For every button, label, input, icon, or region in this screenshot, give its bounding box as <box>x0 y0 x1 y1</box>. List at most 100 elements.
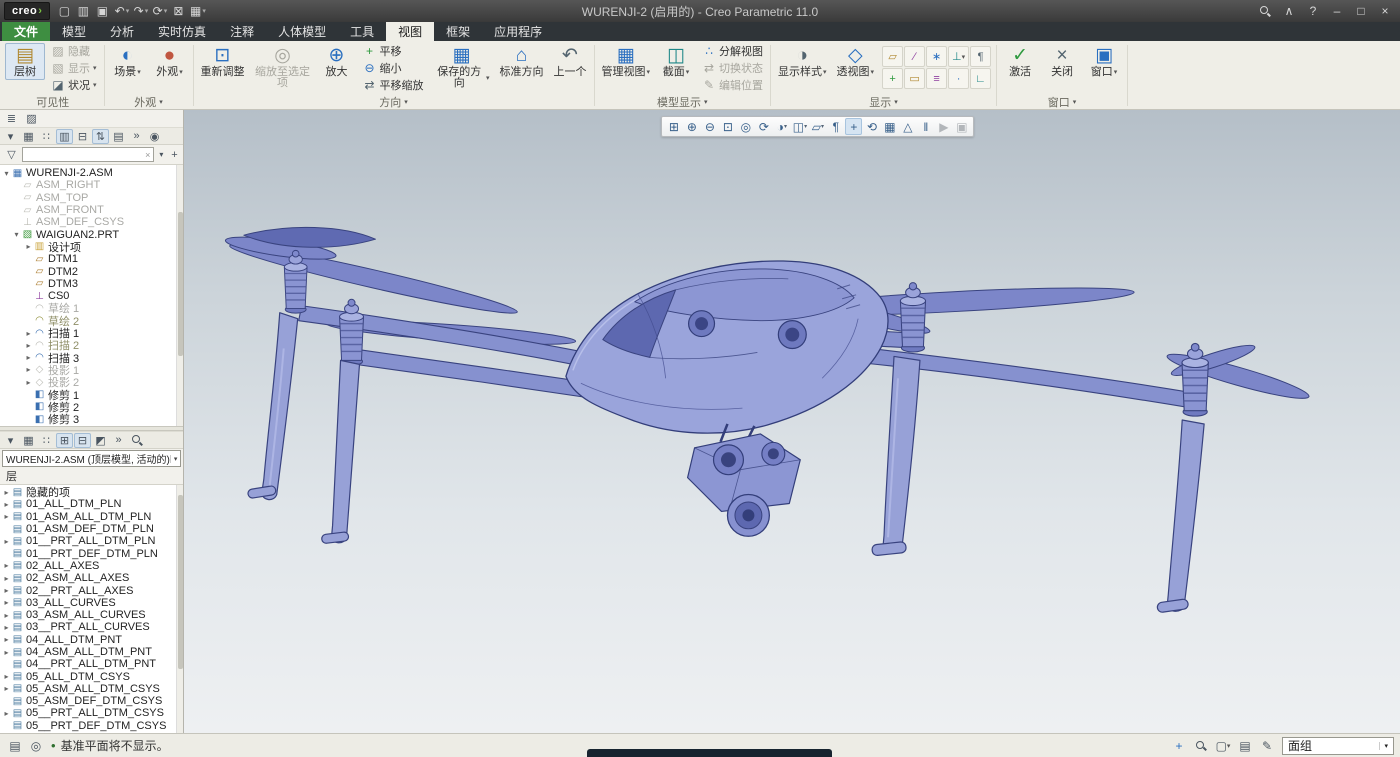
layer-item[interactable]: ▸ ▤ 01_ASM_ALL_DTM_PLN <box>2 511 183 523</box>
view-manager-icon[interactable]: ▦ <box>881 118 898 135</box>
save-icon[interactable]: ▣ <box>94 2 111 20</box>
expand-icon[interactable]: ▸ <box>2 611 11 620</box>
expand-icon[interactable]: ▸ <box>2 672 11 681</box>
manage-views-button[interactable]: ▦ 管理视图▾ <box>598 43 655 80</box>
expand-icon[interactable]: ▸ <box>2 500 11 509</box>
scroll-thumb[interactable] <box>178 212 183 356</box>
zoom-out-icon[interactable]: ⊖ <box>701 118 718 135</box>
expand-icon[interactable]: ▸ <box>2 709 11 718</box>
expand-icon[interactable]: ▸ <box>2 684 11 693</box>
expand-icon[interactable]: ▸ <box>2 561 11 570</box>
zoom-in-icon[interactable]: ⊕ <box>683 118 700 135</box>
tab-tools[interactable]: 工具 <box>338 22 386 41</box>
zoom-in-button[interactable]: ⊕ 放大 <box>317 43 357 80</box>
layer-menu-icon[interactable]: ▾ <box>2 433 19 448</box>
zoom-to-selected-icon[interactable]: ◎ <box>737 118 754 135</box>
layer-item[interactable]: ▤ 05_ASM_DEF_DTM_CSYS <box>2 695 183 707</box>
layer-item[interactable]: ▸ ▤ 05_ALL_DTM_CSYS <box>2 670 183 682</box>
tab-view[interactable]: 视图 <box>386 22 434 41</box>
expand-icon[interactable]: ▸ <box>24 353 33 362</box>
model-tree-item[interactable]: ▸ ◇ 投影 2 <box>2 376 183 388</box>
expand-icon[interactable]: ▸ <box>2 623 11 632</box>
model-tree-item[interactable]: ▱ DTM1 <box>2 253 183 265</box>
expand-icon[interactable]: ▸ <box>24 365 33 374</box>
model-tree-item[interactable]: ▸ ◠ 扫描 2 <box>2 339 183 351</box>
axis-display-toggle[interactable]: ∕ <box>904 46 925 67</box>
dialog-launcher-icon[interactable]: ▾ <box>404 98 408 106</box>
expand-icon[interactable]: ▸ <box>24 242 33 251</box>
datum-display-filters-icon[interactable]: ▱▾ <box>809 118 826 135</box>
status-button[interactable]: ◪ 状况 ▾ <box>47 77 101 93</box>
display-style-button[interactable]: ◑ 显示样式▾ <box>774 43 831 80</box>
display-style-icon[interactable]: ◑▾ <box>773 118 790 135</box>
csys-display-toggle[interactable]: ⊥▾ <box>948 46 969 67</box>
expand-icon[interactable]: ▸ <box>2 648 11 657</box>
layer-isolate-icon[interactable]: ◩ <box>92 433 109 448</box>
tree-list-icon[interactable]: ▤ <box>110 129 127 144</box>
layer-filter-icon[interactable]: ∷ <box>38 433 55 448</box>
tree-overflow-icon[interactable]: » <box>128 129 145 144</box>
layer-model-combo[interactable]: WURENJI-2.ASM (顶层模型, 活动的) ▾ <box>2 450 181 467</box>
minimize-icon[interactable]: – <box>1326 2 1348 20</box>
show-button[interactable]: ▧ 显示 ▾ <box>47 60 101 76</box>
zoom-to-selected-button[interactable]: ◎ 缩放至选定项 <box>251 43 315 91</box>
layer-item[interactable]: ▤ 01__PRT_DEF_DTM_PLN <box>2 547 183 559</box>
pan-zoom-button[interactable]: ⇄ 平移缩放 <box>359 77 428 93</box>
command-search-icon[interactable] <box>1254 2 1276 20</box>
layer-tree-button[interactable]: ▤ 层树 <box>5 43 45 80</box>
pause-render-icon[interactable]: ‖ <box>917 118 934 135</box>
tree-style-icon[interactable]: ▥ <box>56 129 73 144</box>
annotation-display-icon[interactable]: ¶ <box>827 118 844 135</box>
annotation-display-toggle[interactable]: ¶ <box>970 46 991 67</box>
dialog-launcher-icon[interactable]: ▾ <box>894 98 898 106</box>
zoom-out-button[interactable]: ⊖ 缩小 <box>359 60 428 76</box>
capture-icon[interactable]: ▣ <box>953 118 970 135</box>
clear-filter-icon[interactable]: × <box>145 150 150 160</box>
layer-item[interactable]: ▤ 04__PRT_ALL_DTM_PNT <box>2 658 183 670</box>
layer-item[interactable]: ▤ 01_ASM_DEF_DTM_PLN <box>2 523 183 535</box>
tree-menu-icon[interactable]: ▾ <box>2 129 19 144</box>
paint-selection-icon[interactable]: ✎ <box>1258 737 1276 754</box>
model-tree-item[interactable]: ▾ ▦ WURENJI-2.ASM <box>2 167 183 179</box>
layer-tree-scrollbar[interactable] <box>176 485 183 733</box>
previous-view-button[interactable]: ↶ 上一个 <box>550 43 591 80</box>
scroll-thumb[interactable] <box>178 495 183 669</box>
redo-icon[interactable]: ↷▾ <box>132 2 149 20</box>
layer-item[interactable]: ▸ ▤ 02_ALL_AXES <box>2 560 183 572</box>
tab-annotate[interactable]: 注释 <box>218 22 266 41</box>
model-tree-item[interactable]: ▸ ◠ 扫描 1 <box>2 327 183 339</box>
windows-button[interactable]: ▣ 窗口▾ <box>1084 43 1124 80</box>
pan-button[interactable]: + 平移 <box>359 43 428 59</box>
saved-orientations-button[interactable]: ▦ 保存的方向▾ <box>430 43 494 91</box>
spin-center-icon[interactable]: + <box>845 118 862 135</box>
navigator-model-tree-tab-icon[interactable]: ≣ <box>3 111 20 126</box>
plane-display-toggle[interactable]: ▱ <box>882 46 903 67</box>
tree-settings-icon[interactable]: ◉ <box>146 129 163 144</box>
model-canvas[interactable] <box>184 110 1400 733</box>
dialog-launcher-icon[interactable]: ▾ <box>159 98 163 106</box>
tab-framework[interactable]: 框架 <box>434 22 482 41</box>
open-file-icon[interactable]: ▥ <box>75 2 92 20</box>
exploded-view-button[interactable]: ∴ 分解视图 <box>698 43 767 59</box>
resume-render-icon[interactable]: ▶ <box>935 118 952 135</box>
model-tree-scrollbar[interactable] <box>176 165 183 426</box>
layer-view-icon[interactable]: ▦ <box>20 433 37 448</box>
model-tree-item[interactable]: ▱ ASM_FRONT <box>2 204 183 216</box>
layer-search-icon[interactable] <box>128 433 145 448</box>
layer-item[interactable]: ▸ ▤ 01_ALL_DTM_PLN <box>2 498 183 510</box>
expand-icon[interactable]: ▸ <box>2 537 11 546</box>
expand-icon[interactable]: ▾ <box>12 230 21 239</box>
expand-icon[interactable]: ▸ <box>24 329 33 338</box>
layer-item[interactable]: ▸ ▤ 04_ASM_ALL_DTM_PNT <box>2 646 183 658</box>
tab-file[interactable]: 文件 <box>2 22 50 41</box>
standard-orientation-button[interactable]: ⌂ 标准方向 <box>496 43 548 80</box>
new-file-icon[interactable]: ▢ <box>56 2 73 20</box>
tree-columns-icon[interactable]: ∷ <box>38 129 55 144</box>
model-tree-item[interactable]: ◧ 修剪 1 <box>2 388 183 400</box>
selection-region-icon[interactable]: ▢▾ <box>1214 737 1232 754</box>
layer-item[interactable]: ▸ ▤ 隐藏的项 <box>2 486 183 498</box>
browser-toggle-icon[interactable]: ◎ <box>27 737 45 754</box>
toggle-status-button[interactable]: ⇄ 切换状态 <box>698 60 767 76</box>
refit-icon[interactable]: ⊡ <box>719 118 736 135</box>
model-tree-item[interactable]: ⊥ ASM_DEF_CSYS <box>2 216 183 228</box>
